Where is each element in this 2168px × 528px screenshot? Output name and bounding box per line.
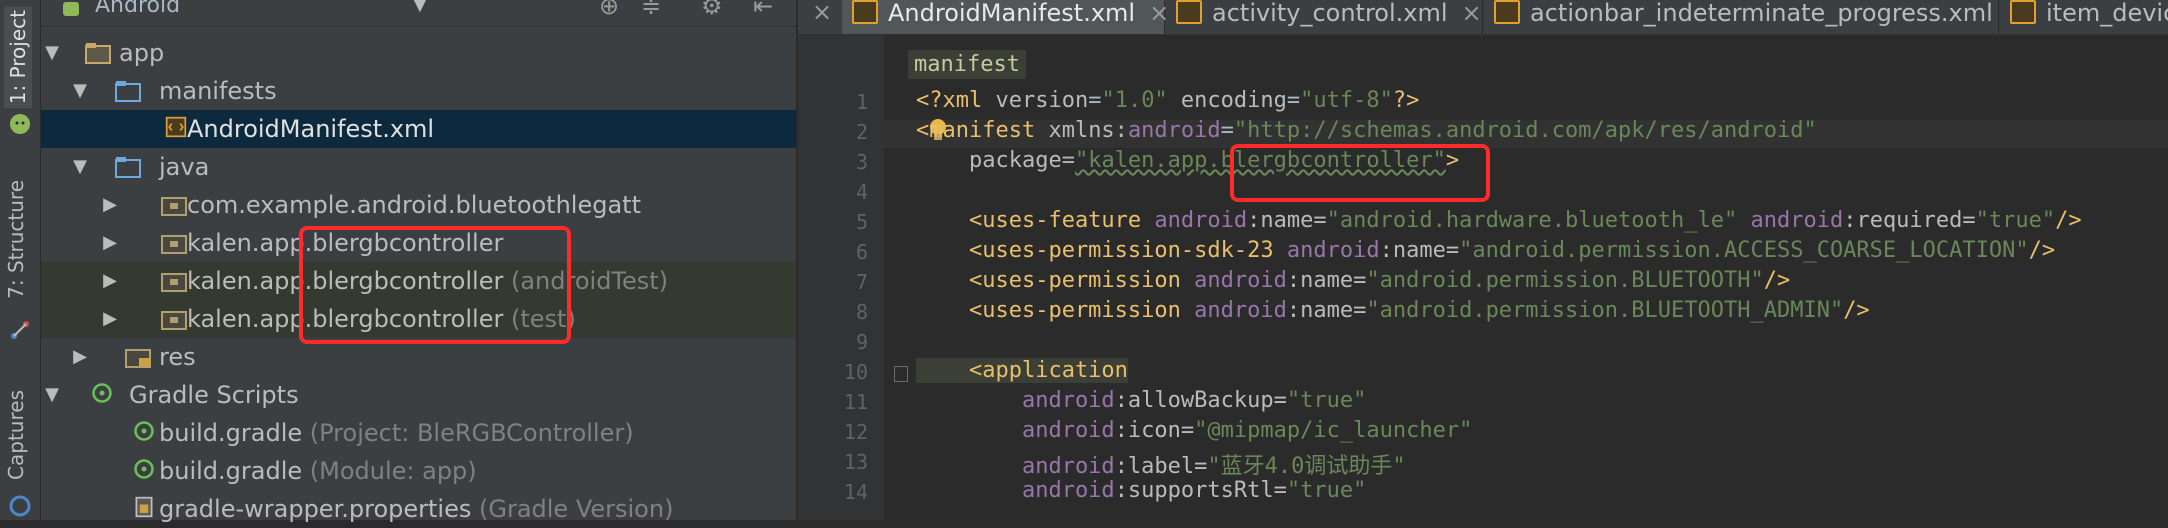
expand-arrow-icon[interactable]: ▶ <box>99 186 121 224</box>
close-icon[interactable]: × <box>812 0 832 26</box>
target-icon[interactable]: ⊕ <box>599 0 619 20</box>
highlight-box <box>1230 144 1490 202</box>
expand-arrow-icon[interactable]: ▼ <box>41 376 63 414</box>
gradle-icon <box>134 421 154 441</box>
xml-file-icon <box>165 116 187 138</box>
tab-activity-control[interactable]: activity_control.xml × <box>1166 0 1483 34</box>
structure-tool-tab[interactable]: 7: Structure <box>4 180 28 299</box>
highlight-box <box>299 226 571 344</box>
res-folder-icon <box>125 349 151 368</box>
folder-icon <box>115 157 141 178</box>
xml-file-icon <box>1494 0 1520 24</box>
tab-androidmanifest[interactable]: AndroidManifest.xml × <box>842 0 1169 34</box>
expand-arrow-icon[interactable]: ▼ <box>41 34 63 72</box>
chevron-down-icon[interactable]: ▼ <box>413 0 427 15</box>
xml-file-icon <box>2010 0 2036 24</box>
tree-item-gradle-wrapper[interactable]: gradle-wrapper.properties (Gradle Versio… <box>41 490 796 528</box>
tree-item-androidmanifest[interactable]: AndroidManifest.xml <box>41 110 796 148</box>
tab-item-device[interactable]: item_devic <box>2000 0 2168 34</box>
tree-item-gradle-scripts[interactable]: ▼ Gradle Scripts <box>41 376 796 414</box>
gradle-icon <box>134 459 154 479</box>
expand-arrow-icon[interactable]: ▼ <box>69 148 91 186</box>
editor-tabs: × AndroidManifest.xml × activity_control.… <box>798 0 2168 35</box>
package-icon <box>161 235 187 254</box>
collapse-icon[interactable]: ≑ <box>641 0 661 20</box>
code-line-1: <?xml version="1.0" encoding="utf-8"?> <box>916 88 1420 113</box>
tree-item-java[interactable]: ▼ java <box>41 148 796 186</box>
tree-item-manifests[interactable]: ▼ manifests <box>41 72 796 110</box>
fold-marker-icon[interactable] <box>894 366 908 382</box>
code-line-6: <uses-permission-sdk-23 android:name="an… <box>916 238 2056 263</box>
project-toolbar: Android ▼ ⊕ ≑ ⚙ ⇤ <box>41 0 796 27</box>
xml-file-icon <box>1176 0 1202 24</box>
gradle-icon <box>92 383 112 403</box>
project-tool-tab[interactable]: 1: Project <box>4 6 32 109</box>
code-line-8: <uses-permission android:name="android.p… <box>916 298 1870 323</box>
gear-icon[interactable]: ⚙ <box>701 0 723 20</box>
xml-file-icon <box>852 0 878 24</box>
captures-icon <box>9 495 31 517</box>
code-line-10: <application <box>916 358 1128 383</box>
package-icon <box>161 311 187 330</box>
android-icon <box>10 114 30 134</box>
expand-arrow-icon[interactable]: ▶ <box>69 338 91 376</box>
code-line-13: android:label="蓝牙4.0调试助手" <box>916 454 1406 479</box>
code-line-11: android:allowBackup="true" <box>916 388 1367 413</box>
code-line-14: android:supportsRtl="true" <box>916 478 1367 503</box>
tree-item-package[interactable]: ▶ com.example.android.bluetoothlegatt <box>41 186 796 224</box>
tree-item-build-gradle-module[interactable]: build.gradle (Module: app) <box>41 452 796 490</box>
code-line-7: <uses-permission android:name="android.p… <box>916 268 1791 293</box>
package-icon <box>161 197 187 216</box>
folder-icon <box>115 81 141 102</box>
expand-arrow-icon[interactable]: ▼ <box>69 72 91 110</box>
code-line-2: <manifest xmlns:android="http://schemas.… <box>916 118 1817 143</box>
view-selector[interactable]: Android <box>95 0 180 18</box>
hide-panel-icon[interactable]: ⇤ <box>753 0 773 20</box>
package-icon <box>161 273 187 292</box>
tool-window-stripe: 1: Project 7: Structure Captures <box>0 0 41 520</box>
code-line-12: android:icon="@mipmap/ic_launcher" <box>916 418 1473 443</box>
code-area[interactable]: <?xml version="1.0" encoding="utf-8"?> <… <box>916 34 2168 520</box>
properties-file-icon <box>135 496 153 518</box>
android-icon <box>63 2 79 16</box>
close-icon[interactable]: × <box>1462 0 1482 27</box>
expand-arrow-icon[interactable]: ▶ <box>99 224 121 262</box>
tree-item-build-gradle-project[interactable]: build.gradle (Project: BleRGBController) <box>41 414 796 452</box>
expand-arrow-icon[interactable]: ▶ <box>99 300 121 338</box>
line-number-gutter: 1 2 3 4 5 6 7 8 9 10 11 12 13 14 <box>798 34 908 520</box>
module-folder-icon <box>85 43 111 64</box>
project-panel: Android ▼ ⊕ ≑ ⚙ ⇤ ▼ app ▼ manifests Andr… <box>41 0 796 523</box>
tab-actionbar-progress[interactable]: actionbar_indeterminate_progress.xml× <box>1484 0 2027 34</box>
expand-arrow-icon[interactable]: ▶ <box>99 262 121 300</box>
editor: × AndroidManifest.xml × activity_control.… <box>798 0 2168 520</box>
captures-tool-tab[interactable]: Captures <box>4 390 28 480</box>
structure-icon <box>11 321 29 339</box>
code-line-5: <uses-feature android:name="android.hard… <box>916 208 2082 233</box>
tree-item-app[interactable]: ▼ app <box>41 34 796 72</box>
